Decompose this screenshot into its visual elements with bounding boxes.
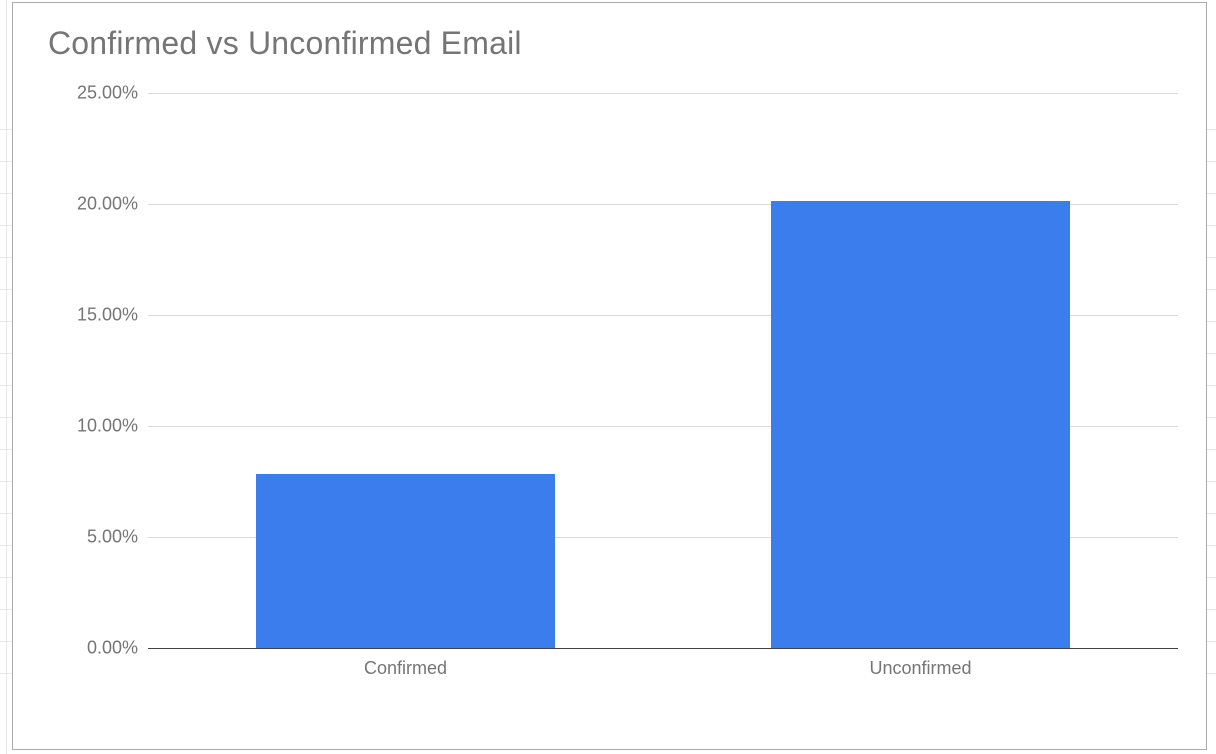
x-tick-label: Confirmed [364,658,447,679]
y-tick-label: 20.00% [48,194,138,215]
bar-confirmed[interactable] [256,474,555,648]
chart-container[interactable]: Confirmed vs Unconfirmed Email 0.00% 5.00… [12,2,1207,750]
chart-title: Confirmed vs Unconfirmed Email [48,25,522,62]
y-tick-label: 10.00% [48,416,138,437]
y-tick-label: 15.00% [48,305,138,326]
y-tick-label: 25.00% [48,83,138,104]
x-axis-baseline [148,648,1178,649]
bar-unconfirmed[interactable] [771,201,1070,648]
y-tick-label: 5.00% [48,527,138,548]
bars-area [148,93,1178,648]
x-tick-label: Unconfirmed [869,658,971,679]
plot-area: 0.00%5.00%10.00%15.00%20.00%25.00% Confi… [48,93,1178,688]
y-tick-label: 0.00% [48,638,138,659]
